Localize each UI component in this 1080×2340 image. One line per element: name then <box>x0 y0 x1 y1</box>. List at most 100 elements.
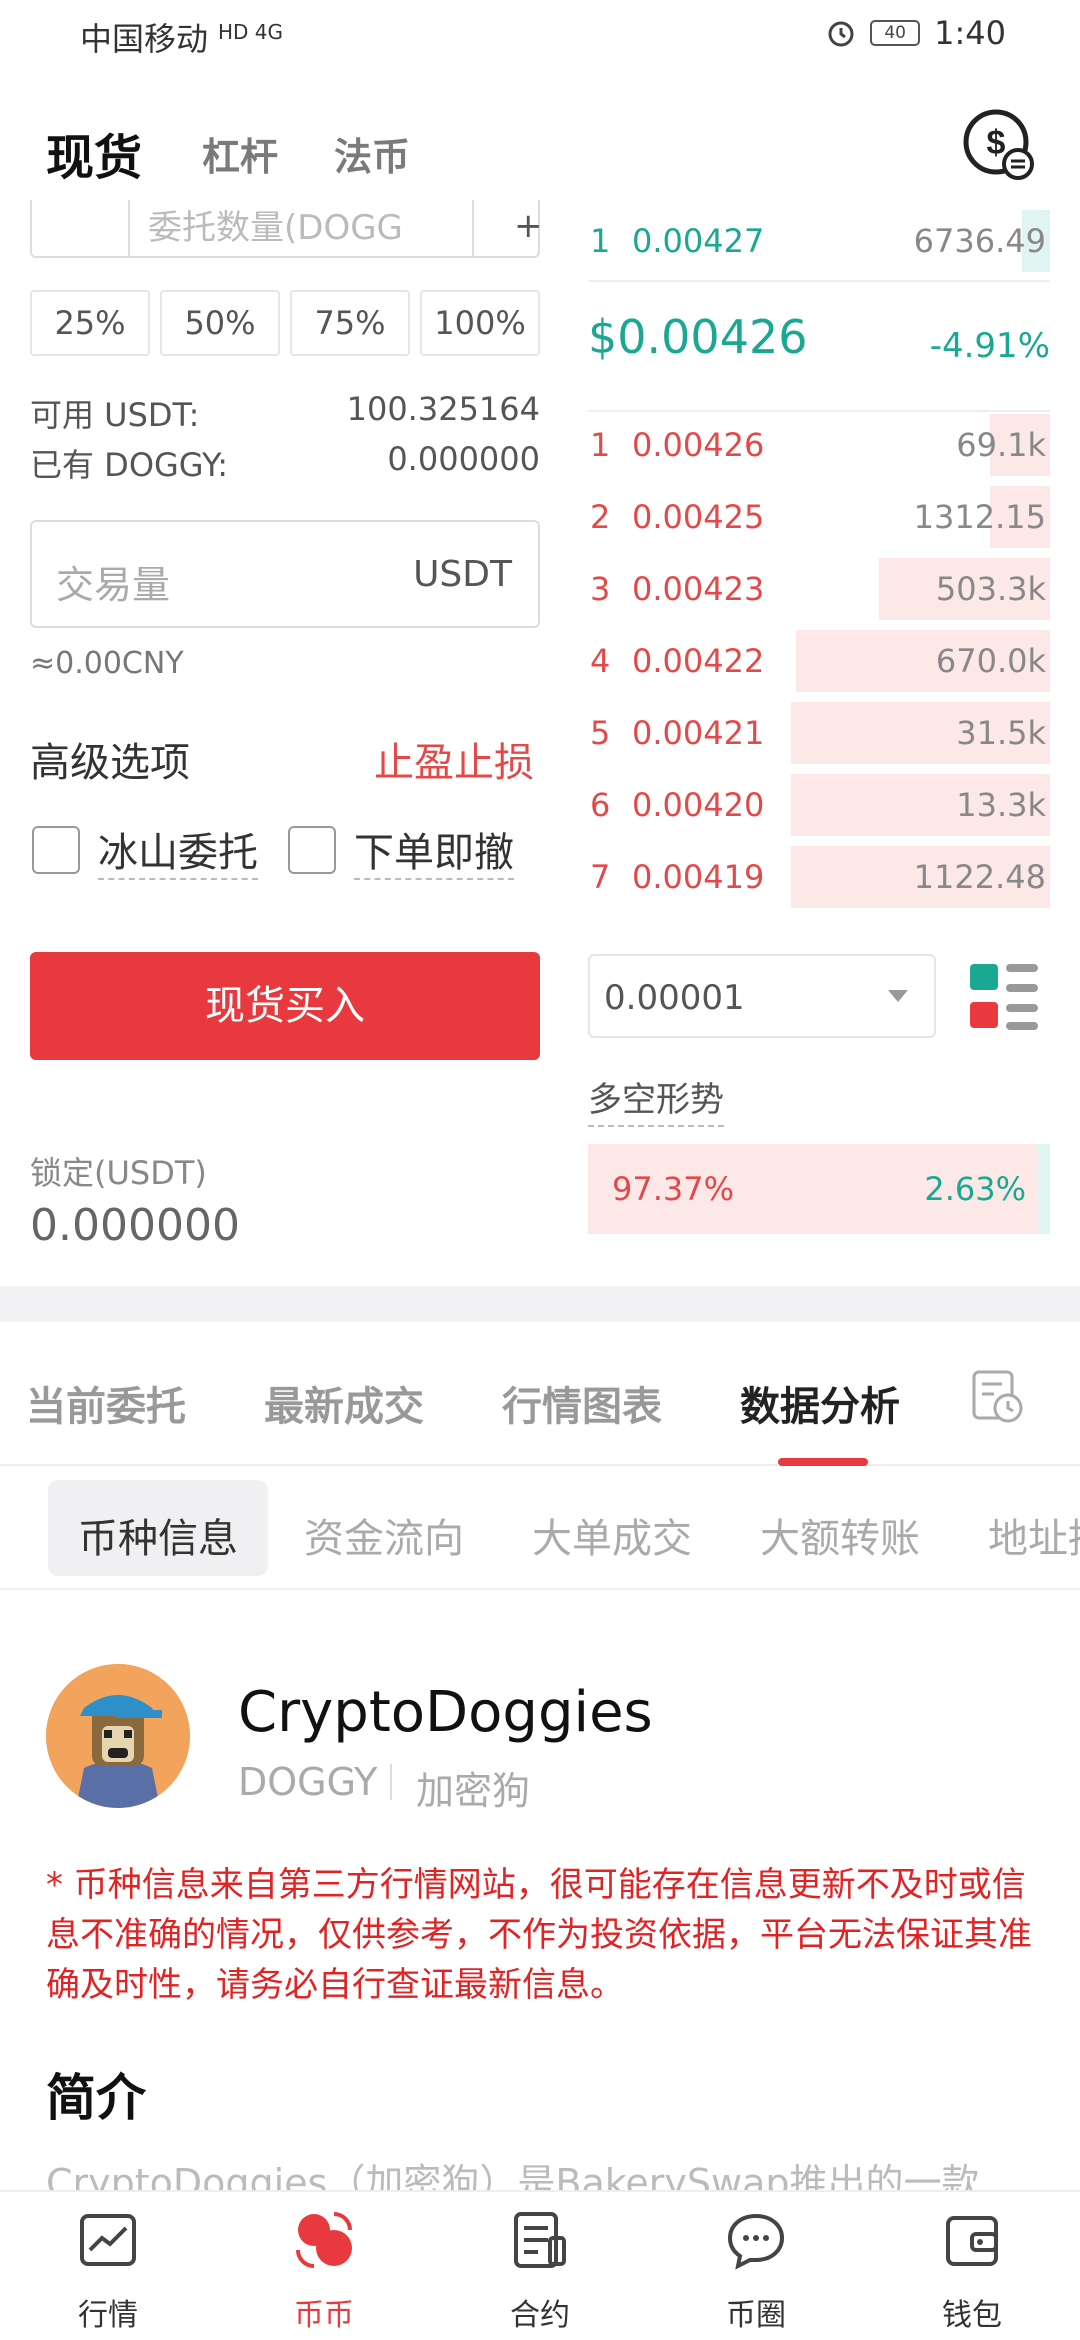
buy-color-swatch <box>970 964 998 990</box>
price-precision-select[interactable]: 0.00001 <box>588 954 936 1038</box>
row-price: 0.00423 <box>632 570 765 608</box>
coin-symbol: DOGGY <box>238 1760 378 1804</box>
row-price: 0.00427 <box>632 222 765 260</box>
coin-avatar <box>46 1664 190 1808</box>
status-right: 40 1:40 <box>826 14 1006 52</box>
long-short-title[interactable]: 多空形势 <box>588 1072 724 1127</box>
row-index: 2 <box>590 498 611 536</box>
nav-community[interactable]: 币圈 <box>686 2208 826 2334</box>
available-label: 可用 USDT: <box>30 396 200 434</box>
row-index: 5 <box>590 714 611 752</box>
nav-label: 币圈 <box>726 2298 786 2333</box>
order-book-sell-row[interactable]: 7 0.00419 1122.48 <box>588 846 1050 908</box>
section-separator <box>0 1286 1080 1322</box>
order-book-layout-icon[interactable] <box>968 962 1040 1032</box>
order-book-buy-row[interactable]: 1 0.00427 6736.49 <box>588 210 1050 272</box>
nav-market[interactable]: 行情 <box>38 2208 178 2334</box>
sell-color-swatch <box>970 1002 998 1028</box>
row-quantity: 31.5k <box>956 714 1046 752</box>
nav-label: 合约 <box>510 2298 570 2333</box>
battery-icon: 40 <box>870 20 921 46</box>
field-divider <box>128 200 130 256</box>
price-change: -4.91% <box>929 326 1050 366</box>
subtab-fund-flow[interactable]: 资金流向 <box>304 1506 464 1564</box>
iceberg-order-label: 冰山委托 <box>98 820 258 880</box>
row-quantity: 1122.48 <box>913 858 1046 896</box>
alarm-icon <box>828 21 854 47</box>
row-index: 7 <box>590 858 611 896</box>
nav-label: 钱包 <box>942 2298 1002 2333</box>
intro-heading: 简介 <box>46 2069 146 2127</box>
dog-avatar-icon <box>46 1664 190 1808</box>
row-quantity: 670.0k <box>935 642 1046 680</box>
nav-label: 行情 <box>78 2298 138 2333</box>
nav-contract[interactable]: 合约 <box>470 2208 610 2334</box>
ioc-order-label: 下单即撤 <box>354 820 514 880</box>
row-quantity: 69.1k <box>956 426 1046 464</box>
row-index: 4 <box>590 642 611 680</box>
advanced-options-label: 高级选项 <box>30 740 190 786</box>
stop-loss-link[interactable]: 止盈止损 <box>374 730 534 788</box>
chevron-down-icon <box>888 990 908 1002</box>
row-index: 6 <box>590 786 611 824</box>
tab-fiat[interactable]: 法币 <box>334 126 410 181</box>
coin-name: CryptoDoggies <box>238 1680 653 1745</box>
ioc-order-checkbox[interactable]: 下单即撤 <box>288 820 514 880</box>
order-book-sell-row[interactable]: 5 0.00421 31.5k <box>588 702 1050 764</box>
tab-data-analysis[interactable]: 数据分析 <box>740 1374 900 1432</box>
wallet-icon <box>946 2216 998 2266</box>
dollar-exchange-icon[interactable]: $ <box>960 106 1040 186</box>
spot-buy-button[interactable]: 现货买入 <box>30 952 540 1060</box>
nav-wallet[interactable]: 钱包 <box>902 2208 1042 2334</box>
tab-market-chart[interactable]: 行情图表 <box>502 1374 662 1432</box>
layout-line <box>1006 984 1038 992</box>
tab-open-orders[interactable]: 当前委托 <box>26 1374 186 1432</box>
tab-spot[interactable]: 现货 <box>46 118 142 188</box>
subtab-address-holdings[interactable]: 地址持 <box>988 1506 1080 1564</box>
percent-75-button[interactable]: 75% <box>290 290 410 356</box>
coins-icon <box>296 2212 352 2268</box>
status-bar: 中国移动 HD 4G 40 1:40 <box>0 0 1080 72</box>
precision-value: 0.00001 <box>604 978 745 1018</box>
row-price: 0.00420 <box>632 786 765 824</box>
available-value: 100.325164 <box>346 390 540 428</box>
row-index: 3 <box>590 570 611 608</box>
held-value: 0.000000 <box>387 440 540 478</box>
nav-spot[interactable]: 币币 <box>254 2208 394 2334</box>
info-tabs: 当前委托 最新成交 行情图表 数据分析 <box>0 1322 1080 1466</box>
subtab-large-trades[interactable]: 大单成交 <box>532 1506 692 1564</box>
chat-bubble-icon <box>727 2213 785 2270</box>
available-balance: 可用 USDT: 100.325164 <box>30 390 540 436</box>
divider <box>588 410 1050 412</box>
long-percentage: 2.63% <box>924 1170 1026 1208</box>
checkbox-box[interactable] <box>288 826 336 874</box>
analysis-sub-tabs: 币种信息 资金流向 大单成交 大额转账 地址持 <box>0 1466 1080 1590</box>
active-tab-indicator <box>778 1458 868 1466</box>
order-book-sell-row[interactable]: 4 0.00422 670.0k <box>588 630 1050 692</box>
locked-label: 锁定(USDT) <box>30 1154 207 1192</box>
order-book-sell-row[interactable]: 2 0.00425 1312.15 <box>588 486 1050 548</box>
percent-50-button[interactable]: 50% <box>160 290 280 356</box>
trade-amount-input[interactable]: 交易量 USDT <box>30 520 540 628</box>
order-quantity-field[interactable]: 委托数量(DOGG + <box>30 200 543 258</box>
history-icon[interactable] <box>970 1366 1026 1426</box>
cny-estimate: ≈0.00CNY <box>30 646 184 681</box>
iceberg-order-checkbox[interactable]: 冰山委托 <box>32 820 258 880</box>
layout-line <box>1006 1004 1038 1012</box>
order-book-sell-row[interactable]: 3 0.00423 503.3k <box>588 558 1050 620</box>
subtab-coin-info[interactable]: 币种信息 <box>48 1480 268 1576</box>
row-price: 0.00425 <box>632 498 765 536</box>
chart-line-icon <box>80 2214 136 2266</box>
order-book-sell-row[interactable]: 1 0.00426 69.1k <box>588 414 1050 476</box>
tab-margin[interactable]: 杠杆 <box>202 126 278 181</box>
amount-unit: USDT <box>413 554 512 595</box>
percent-100-button[interactable]: 100% <box>420 290 540 356</box>
subtab-large-transfers[interactable]: 大额转账 <box>760 1506 920 1564</box>
increase-quantity-button[interactable]: + <box>514 206 543 246</box>
percent-25-button[interactable]: 25% <box>30 290 150 356</box>
checkbox-box[interactable] <box>32 826 80 874</box>
row-quantity: 1312.15 <box>913 498 1046 536</box>
layout-line <box>1006 1022 1038 1030</box>
tab-latest-trades[interactable]: 最新成交 <box>264 1374 424 1432</box>
order-book-sell-row[interactable]: 6 0.00420 13.3k <box>588 774 1050 836</box>
